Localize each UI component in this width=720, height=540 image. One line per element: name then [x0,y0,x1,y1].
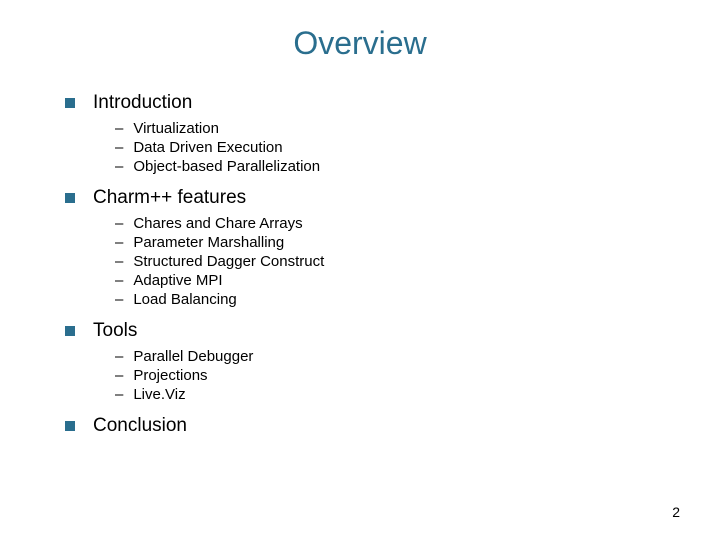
dash-icon: – [115,367,123,384]
bullet-item: Introduction [65,92,670,114]
sub-item: – Parallel Debugger [115,348,670,365]
dash-icon: – [115,139,123,156]
sub-text: Load Balancing [133,291,236,308]
sub-text: Object-based Parallelization [133,158,320,175]
dash-icon: – [115,215,123,232]
dash-icon: – [115,386,123,403]
sub-text: Parallel Debugger [133,348,253,365]
dash-icon: – [115,234,123,251]
dash-icon: – [115,291,123,308]
bullet-item: Conclusion [65,415,670,437]
sub-list: – Chares and Chare Arrays – Parameter Ma… [65,215,670,308]
slide-container: Overview Introduction – Virtualization –… [0,0,720,540]
bullet-heading: Charm++ features [93,187,246,209]
sub-item: – Parameter Marshalling [115,234,670,251]
sub-item: – Virtualization [115,120,670,137]
bullet-square-icon [65,193,75,203]
sub-text: Structured Dagger Construct [133,253,324,270]
sub-item: – Load Balancing [115,291,670,308]
sub-list: – Virtualization – Data Driven Execution… [65,120,670,175]
bullet-heading: Introduction [93,92,192,114]
dash-icon: – [115,158,123,175]
sub-text: Chares and Chare Arrays [133,215,302,232]
sub-item: – Projections [115,367,670,384]
sub-text: Adaptive MPI [133,272,222,289]
bullet-item: Charm++ features [65,187,670,209]
sub-item: – Adaptive MPI [115,272,670,289]
bullet-heading: Tools [93,320,137,342]
sub-text: Parameter Marshalling [133,234,284,251]
sub-item: – Data Driven Execution [115,139,670,156]
dash-icon: – [115,120,123,137]
dash-icon: – [115,272,123,289]
sub-text: Projections [133,367,207,384]
sub-text: Live.Viz [133,386,185,403]
dash-icon: – [115,253,123,270]
sub-text: Virtualization [133,120,219,137]
sub-text: Data Driven Execution [133,139,282,156]
sub-item: – Chares and Chare Arrays [115,215,670,232]
bullet-heading: Conclusion [93,415,187,437]
sub-item: – Structured Dagger Construct [115,253,670,270]
slide-title: Overview [50,25,670,62]
bullet-square-icon [65,326,75,336]
sub-item: – Object-based Parallelization [115,158,670,175]
slide-content: Introduction – Virtualization – Data Dri… [50,92,670,437]
page-number: 2 [672,504,680,520]
dash-icon: – [115,348,123,365]
bullet-square-icon [65,421,75,431]
bullet-item: Tools [65,320,670,342]
sub-item: – Live.Viz [115,386,670,403]
bullet-square-icon [65,98,75,108]
sub-list: – Parallel Debugger – Projections – Live… [65,348,670,403]
